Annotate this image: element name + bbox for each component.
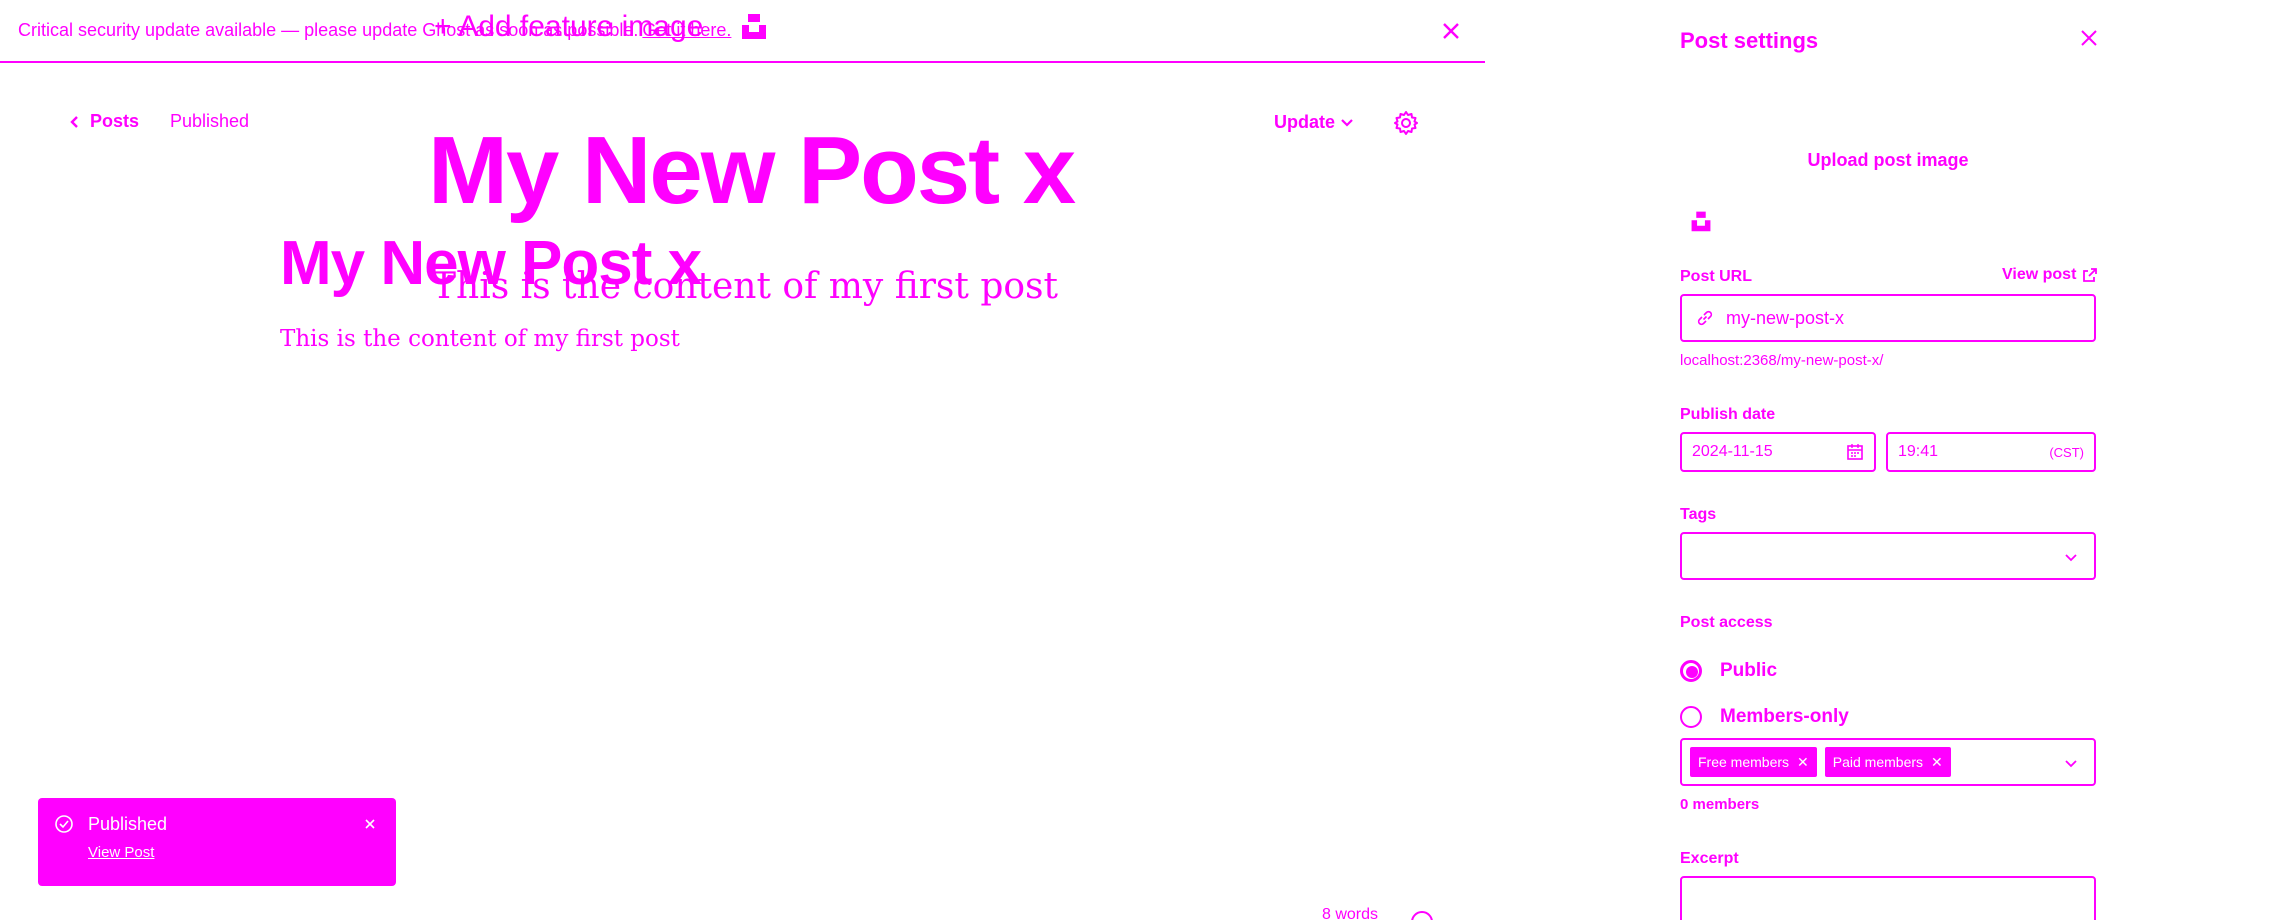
settings-title: Post settings xyxy=(1680,28,1819,53)
access-option-members-only[interactable]: Members-only xyxy=(1680,706,1849,728)
calendar-icon[interactable] xyxy=(1846,443,1864,461)
post-url-preview: localhost:2368/my-new-post-x/ xyxy=(1680,352,1884,369)
unsplash-icon[interactable] xyxy=(740,12,768,40)
excerpt-label: Excerpt xyxy=(1680,850,1739,867)
back-to-posts-link[interactable]: Posts xyxy=(70,111,139,132)
post-url-input[interactable]: my-new-post-x xyxy=(1726,308,1844,329)
chevron-left-icon xyxy=(70,115,80,129)
members-count-suffix: members xyxy=(1692,796,1760,813)
publish-date-label: Publish date xyxy=(1680,406,1776,423)
unsplash-icon[interactable] xyxy=(1690,210,1712,232)
tags-label: Tags xyxy=(1680,506,1717,523)
overlay-post-content[interactable]: This is the content of my first post xyxy=(432,266,1058,307)
view-post-label: View post xyxy=(2002,266,2077,283)
segment-token: Free members ✕ xyxy=(1690,747,1817,777)
post-access-label: Post access xyxy=(1680,614,1773,631)
toast-view-post-link[interactable]: View Post xyxy=(88,844,154,861)
add-feature-image-button[interactable]: + Add feature image xyxy=(434,10,703,44)
toast-title: Published xyxy=(88,814,168,834)
published-toast: Published View Post xyxy=(38,798,396,886)
back-label: Posts xyxy=(90,111,140,131)
access-option-label: Public xyxy=(1720,660,1778,681)
tags-select[interactable] xyxy=(1680,532,2096,580)
members-count: 0 members xyxy=(1680,796,1759,813)
remove-token-icon[interactable]: ✕ xyxy=(1931,754,1943,771)
update-label: Update xyxy=(1274,112,1336,132)
check-circle-icon xyxy=(54,814,74,834)
close-icon[interactable] xyxy=(2077,26,2101,50)
help-icon[interactable] xyxy=(1410,910,1434,920)
excerpt-textarea[interactable] xyxy=(1680,876,2096,920)
upload-post-image-button[interactable]: Upload post image xyxy=(1680,150,2096,171)
banner-close-icon[interactable] xyxy=(1439,19,1463,43)
access-option-public[interactable]: Public xyxy=(1680,660,1777,682)
chevron-down-icon xyxy=(1341,118,1353,127)
publish-date-input[interactable]: 2024-11-15 xyxy=(1680,432,1876,472)
timezone-label: (CST) xyxy=(2049,444,2084,460)
word-count: 8 words xyxy=(1322,906,1379,920)
remove-token-icon[interactable]: ✕ xyxy=(1797,754,1809,771)
members-count-value: 0 xyxy=(1680,796,1689,813)
external-link-icon xyxy=(2082,267,2098,283)
gear-icon[interactable] xyxy=(1392,109,1420,137)
time-value: 19:41 xyxy=(1898,443,1939,460)
toast-close-icon[interactable] xyxy=(362,816,378,832)
access-option-label: Members-only xyxy=(1720,706,1849,727)
chevron-down-icon xyxy=(2062,548,2080,566)
segment-token-label: Paid members xyxy=(1832,754,1924,770)
date-value: 2024-11-15 xyxy=(1692,443,1773,460)
chevron-down-icon xyxy=(2062,754,2080,772)
view-post-link[interactable]: View post xyxy=(2002,266,2098,284)
publish-time-input[interactable]: 19:41 (CST) xyxy=(1886,432,2096,472)
post-url-label: Post URL xyxy=(1680,268,1752,285)
update-button[interactable]: Update xyxy=(1274,112,1353,133)
segment-token-label: Free members xyxy=(1698,754,1790,770)
post-url-field[interactable]: my-new-post-x xyxy=(1680,294,2096,342)
radio-members-indicator[interactable] xyxy=(1680,706,1702,728)
overlay-post-title[interactable]: My New Post x xyxy=(428,118,1076,224)
link-icon xyxy=(1696,309,1714,327)
radio-public-indicator[interactable] xyxy=(1680,660,1702,682)
segment-token: Paid members ✕ xyxy=(1824,747,1951,777)
post-content[interactable]: This is the content of my first post xyxy=(280,326,680,352)
member-segments-select[interactable]: Free members ✕ Paid members ✕ xyxy=(1680,738,2096,786)
post-status: Published xyxy=(170,111,250,131)
